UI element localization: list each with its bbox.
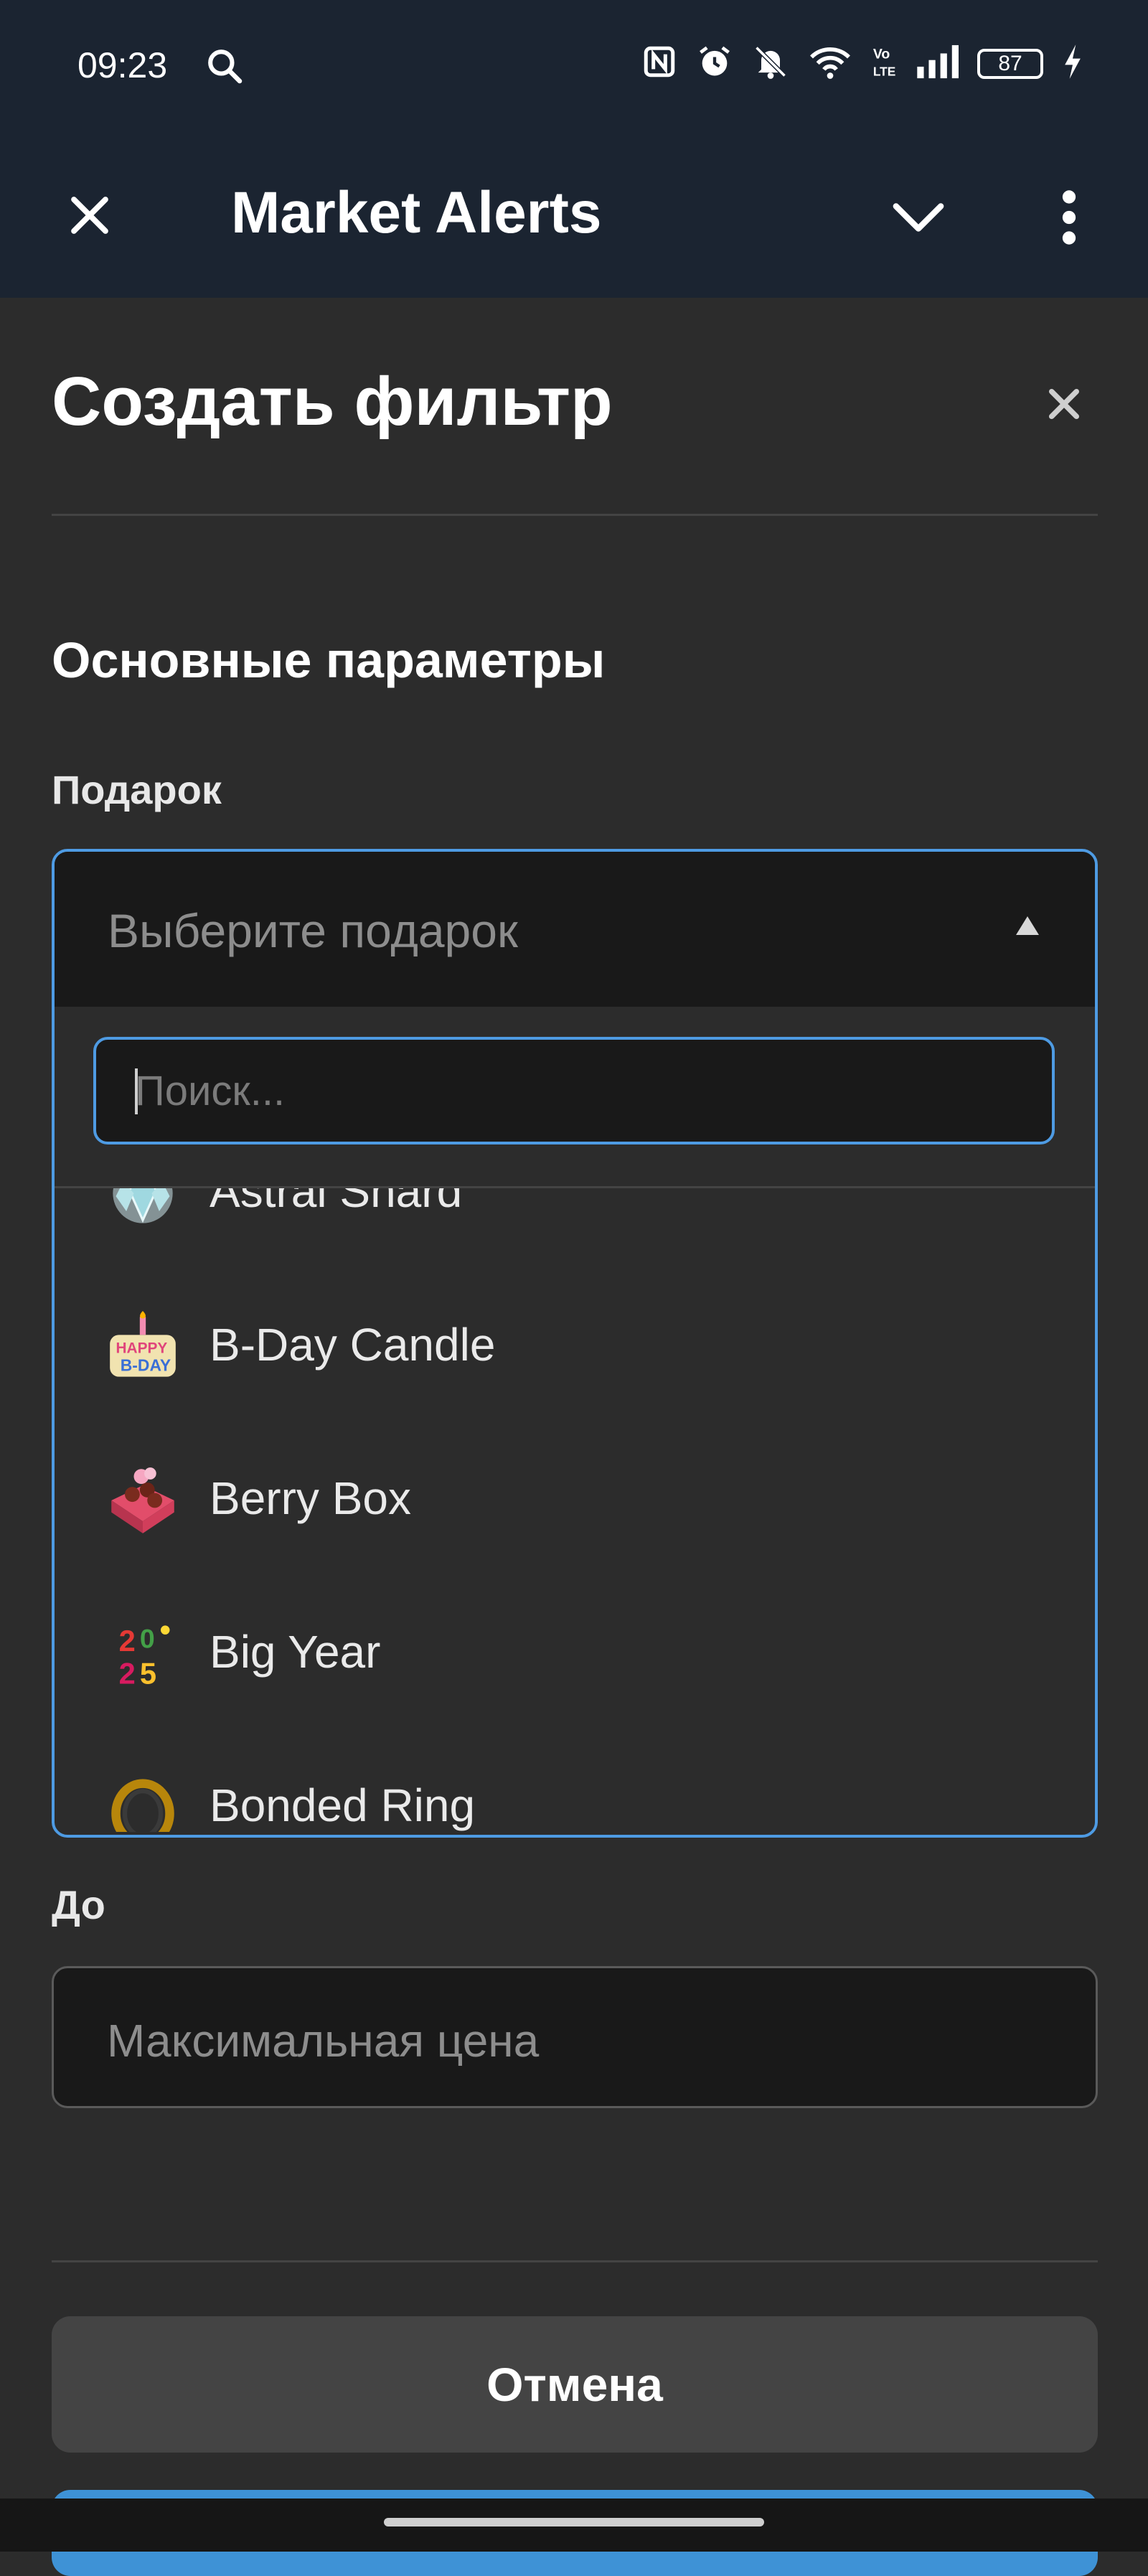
close-icon xyxy=(1048,388,1079,419)
svg-text:HAPPY: HAPPY xyxy=(116,1340,168,1356)
to-label: До xyxy=(52,1882,105,1927)
chevron-down-icon xyxy=(893,203,944,232)
gift-label: Подарок xyxy=(52,767,222,812)
volte-icon: Vo LTE xyxy=(871,43,897,84)
max-price-input[interactable]: Максимальная цена xyxy=(52,1966,1098,2108)
system-nav-bar xyxy=(0,2499,1148,2552)
ring-icon xyxy=(111,1779,174,1832)
list-item[interactable]: 2 0 2 5 Big Year xyxy=(55,1576,1095,1730)
list-item[interactable]: Astral Shard xyxy=(55,1186,1095,1269)
app-title: Market Alerts xyxy=(231,180,602,245)
list-item-label: Big Year xyxy=(210,1626,381,1678)
svg-text:LTE: LTE xyxy=(873,65,895,79)
svg-text:Vo: Vo xyxy=(873,47,890,62)
gift-select[interactable]: Выберите подарок Astral Shard HAPPY B-DA… xyxy=(52,849,1098,1838)
text-cursor xyxy=(135,1068,138,1114)
charging-icon xyxy=(1062,43,1083,84)
signal-icon xyxy=(916,44,959,83)
gift-options-list[interactable]: Astral Shard HAPPY B-DAY B-Day Candle Be… xyxy=(55,1186,1095,1832)
cancel-button[interactable]: Отмена xyxy=(52,2316,1098,2453)
caret-up-icon xyxy=(1016,916,1039,935)
battery-indicator: 87 xyxy=(977,48,1043,79)
svg-text:B-DAY: B-DAY xyxy=(121,1355,171,1374)
svg-text:5: 5 xyxy=(140,1657,156,1690)
crystal-icon xyxy=(113,1186,173,1223)
svg-text:0: 0 xyxy=(140,1624,155,1654)
list-item[interactable]: Berry Box xyxy=(55,1423,1095,1576)
gift-select-placeholder: Выберите подарок xyxy=(108,904,518,957)
max-price-placeholder: Максимальная цена xyxy=(107,2015,540,2067)
home-gesture-handle[interactable] xyxy=(384,2518,764,2526)
gift-search-input[interactable] xyxy=(93,1037,1055,1144)
big-year-icon: 2 0 2 5 xyxy=(119,1624,170,1690)
more-vertical-icon xyxy=(1062,190,1076,245)
close-app-button[interactable] xyxy=(57,183,122,248)
app-bar: Market Alerts xyxy=(0,136,1148,298)
search-icon xyxy=(204,46,245,90)
dialog-title: Создать фильтр xyxy=(52,363,613,440)
svg-text:2: 2 xyxy=(119,1624,136,1658)
list-item-label: Bonded Ring xyxy=(210,1780,476,1831)
wifi-icon xyxy=(808,43,852,84)
more-menu-button[interactable] xyxy=(1044,178,1094,257)
alarm-icon xyxy=(696,43,733,84)
divider xyxy=(52,514,1098,516)
list-item-label: Berry Box xyxy=(210,1472,411,1524)
list-item[interactable]: Bonded Ring xyxy=(55,1730,1095,1832)
birthday-candle-icon: HAPPY B-DAY xyxy=(110,1311,176,1377)
collapse-button[interactable] xyxy=(886,185,951,250)
nfc-icon xyxy=(641,44,677,83)
list-item-label: Astral Shard xyxy=(210,1186,463,1217)
list-item-label: B-Day Candle xyxy=(210,1319,496,1371)
divider xyxy=(52,2260,1098,2262)
gift-select-header[interactable]: Выберите подарок xyxy=(55,852,1095,1009)
close-icon xyxy=(71,197,108,234)
mute-bell-icon xyxy=(752,43,789,84)
svg-text:2: 2 xyxy=(119,1657,136,1690)
berry-box-icon xyxy=(111,1467,174,1533)
list-item[interactable]: HAPPY B-DAY B-Day Candle xyxy=(55,1269,1095,1423)
dialog-close-button[interactable] xyxy=(1033,373,1094,434)
section-title: Основные параметры xyxy=(52,632,606,688)
status-bar: 09:23 Vo LTE 87 xyxy=(0,0,1148,136)
status-time: 09:23 xyxy=(77,45,168,85)
gift-search-area xyxy=(55,1007,1095,1188)
